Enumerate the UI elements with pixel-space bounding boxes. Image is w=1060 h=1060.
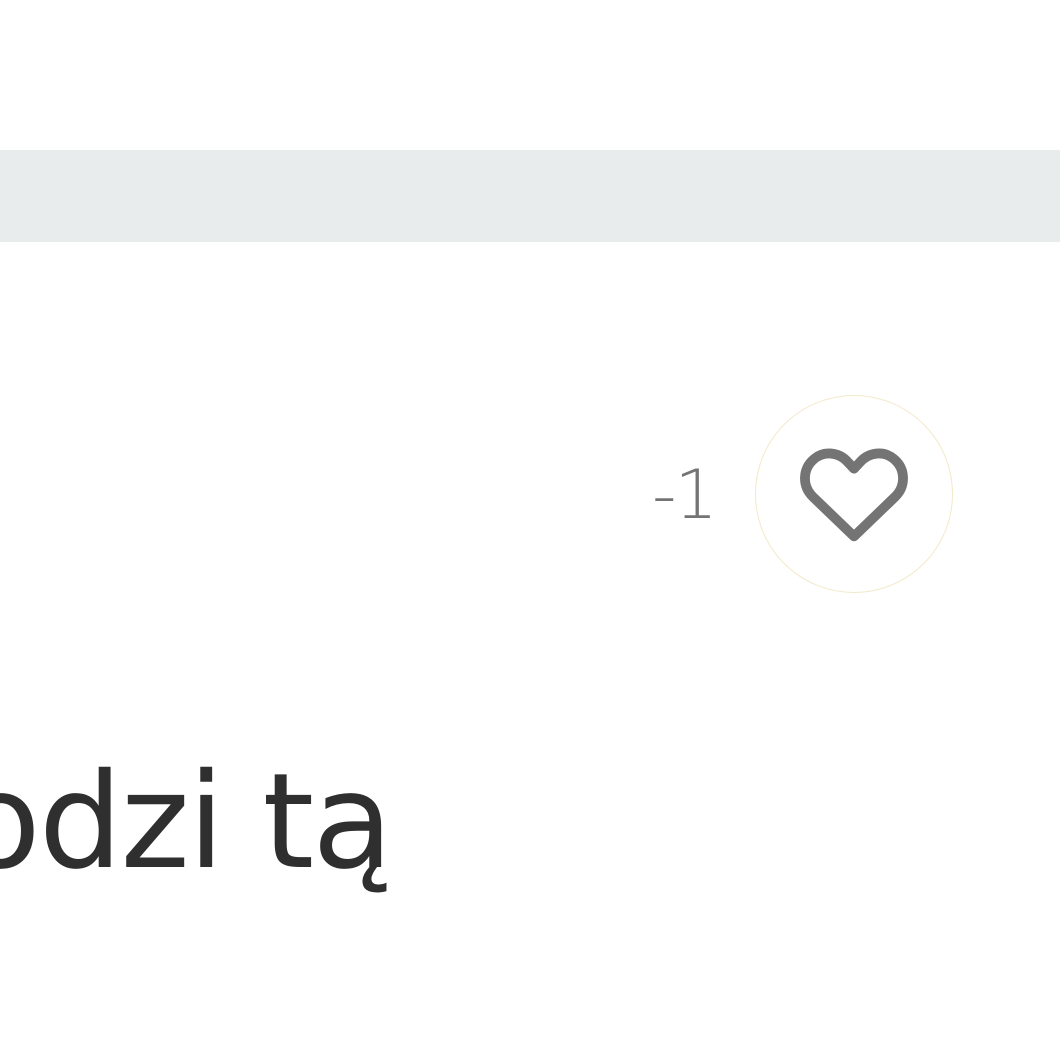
comment-text: odzi tą [0,745,393,899]
like-button[interactable] [755,395,953,593]
section-divider [0,150,1060,242]
like-count: -1 [652,456,718,535]
heart-outline-icon [800,448,908,542]
comment-screen: -1 odzi tą [0,0,1060,1060]
